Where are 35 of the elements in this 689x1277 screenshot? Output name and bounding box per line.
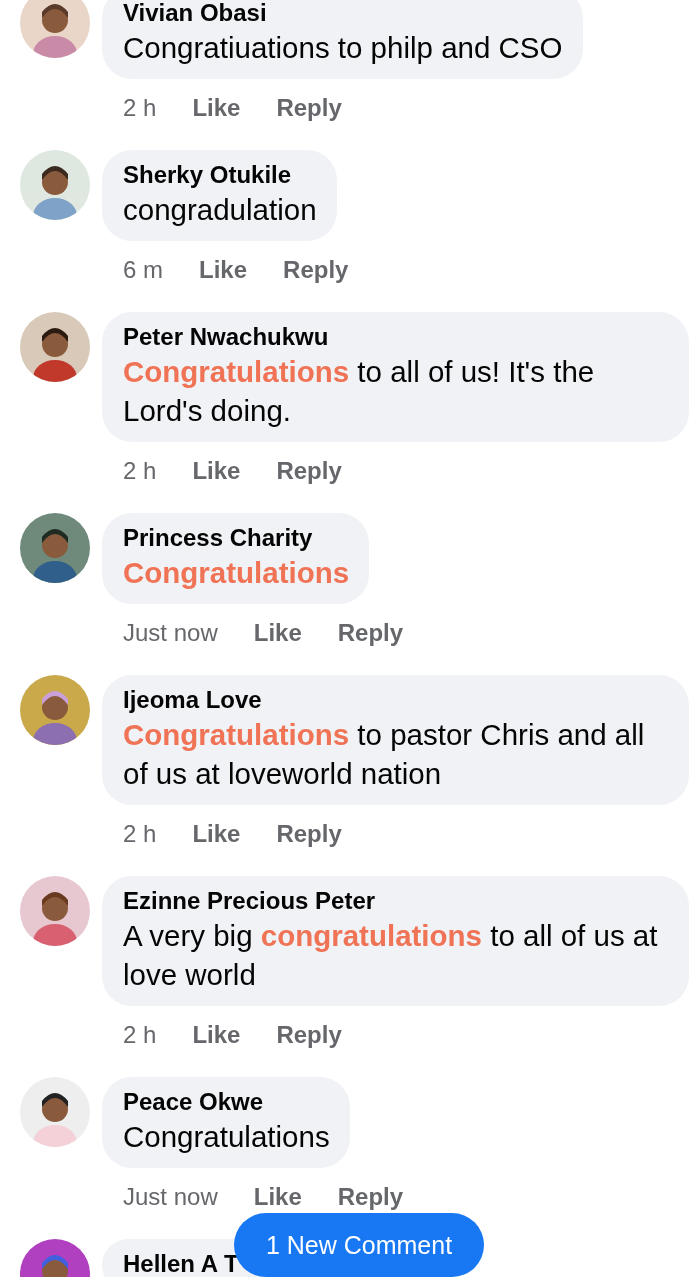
reply-link[interactable]: Reply bbox=[276, 93, 342, 123]
like-link[interactable]: Like bbox=[192, 93, 241, 123]
comment-text: Congratulations to pastor Chris and all of us at loveworld nation bbox=[123, 717, 646, 792]
author-name[interactable]: Peter Nwachukwu bbox=[123, 322, 669, 352]
like-link[interactable]: Like bbox=[192, 1020, 241, 1050]
author-name[interactable]: Sherky Otukile bbox=[123, 160, 317, 190]
like-link[interactable]: Like bbox=[253, 618, 302, 648]
comment-text: A very big congratulations to all of us at love world bbox=[123, 918, 659, 993]
timestamp: Just now bbox=[123, 618, 218, 648]
like-link[interactable]: Like bbox=[253, 1182, 302, 1212]
like-link[interactable]: Like bbox=[192, 819, 241, 849]
reply-link[interactable]: Reply bbox=[337, 1182, 404, 1212]
reply-link[interactable]: Reply bbox=[276, 819, 342, 849]
author-name[interactable]: Peace Okwe bbox=[123, 1087, 330, 1117]
comment-text: Congratulations bbox=[123, 555, 350, 591]
comment-text: Congratulations bbox=[123, 1119, 330, 1155]
author-name[interactable]: Vivian Obasi bbox=[123, 0, 563, 28]
reply-link[interactable]: Reply bbox=[276, 456, 342, 486]
comment-text: congradulation bbox=[123, 192, 317, 228]
reply-link[interactable]: Reply bbox=[337, 618, 404, 648]
timestamp: 2 h bbox=[123, 456, 157, 486]
like-link[interactable]: Like bbox=[192, 456, 241, 486]
reply-link[interactable]: Reply bbox=[283, 255, 349, 285]
comment-text: Congratiuations to philp and CSO bbox=[123, 30, 563, 66]
timestamp: 6 m bbox=[123, 255, 163, 285]
comment-text: Congratulations to all of us! It's the Lord's doing. bbox=[123, 354, 596, 429]
timestamp: 2 h bbox=[123, 819, 157, 849]
timestamp: Just now bbox=[123, 1182, 218, 1212]
timestamp: 2 h bbox=[123, 1020, 157, 1050]
timestamp: 2 h bbox=[123, 93, 157, 123]
reply-link[interactable]: Reply bbox=[276, 1020, 342, 1050]
author-name[interactable]: Princess Charity bbox=[123, 523, 350, 553]
like-link[interactable]: Like bbox=[199, 255, 248, 285]
author-name[interactable]: Ijeoma Love bbox=[123, 685, 669, 715]
author-name[interactable]: Ezinne Precious Peter bbox=[123, 886, 669, 916]
